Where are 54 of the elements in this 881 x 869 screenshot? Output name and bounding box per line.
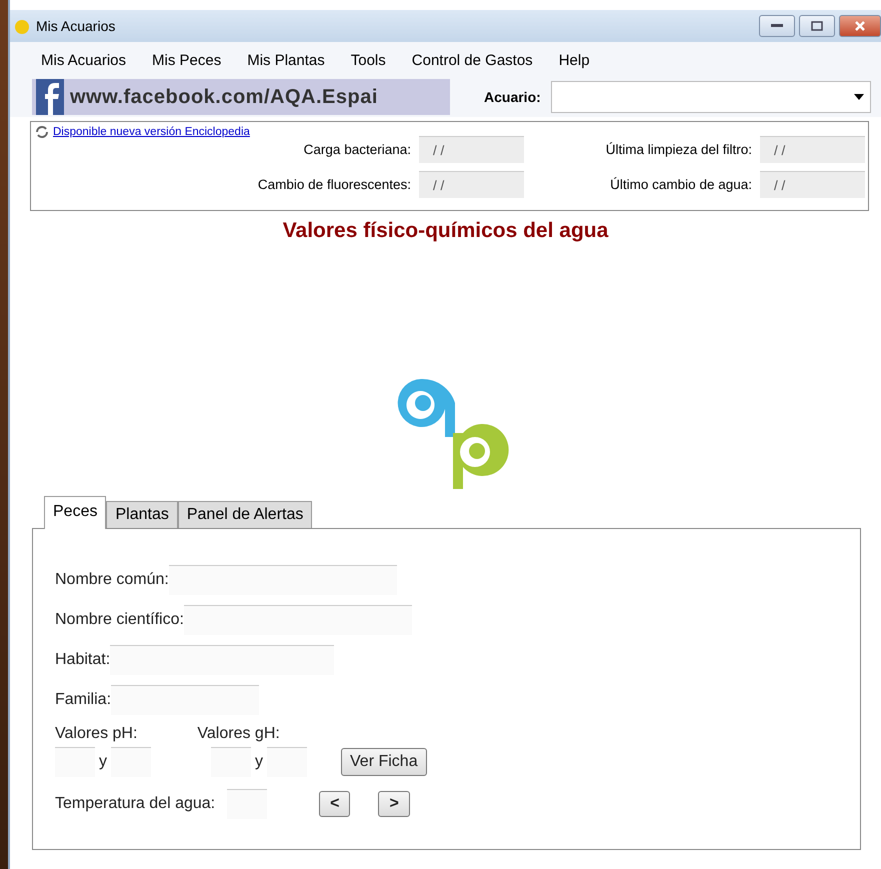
update-link[interactable]: Disponible nueva versión Enciclopedia <box>53 126 250 138</box>
menu-item[interactable]: Mis Acuarios <box>28 48 140 73</box>
input-field[interactable] <box>211 747 251 777</box>
date-field[interactable]: / / <box>760 136 865 163</box>
field-label: Familia: <box>55 691 112 709</box>
menu-item[interactable]: Tools <box>338 48 399 73</box>
banner-text: www.facebook.com/AQA.Espai <box>70 86 378 108</box>
date-label: Cambio de fluorescentes: <box>256 177 411 192</box>
facebook-banner[interactable]: www.facebook.com/AQA.Espai <box>32 79 450 115</box>
field-label: Nombre científico: <box>55 611 184 629</box>
refresh-icon <box>35 126 49 138</box>
tab[interactable]: Peces <box>44 496 106 529</box>
input-field[interactable] <box>110 645 334 675</box>
date-label: Último cambio de agua: <box>609 177 752 192</box>
field-label: Valores gH: <box>197 725 280 743</box>
next-button[interactable]: > <box>378 791 410 817</box>
maximize-button[interactable] <box>799 15 835 37</box>
aquarium-dropdown[interactable] <box>550 81 871 113</box>
aquarium-label: Acuario: <box>484 89 541 105</box>
input-field[interactable] <box>111 685 260 715</box>
menu-item[interactable]: Mis Peces <box>139 48 234 73</box>
range-separator: y <box>99 753 107 771</box>
menu-item[interactable]: Help <box>546 48 603 73</box>
input-field[interactable] <box>168 565 397 595</box>
dropdown-arrow-icon <box>854 94 864 100</box>
tab[interactable]: Panel de Alertas <box>178 501 312 528</box>
minimize-button[interactable] <box>759 15 795 37</box>
tab[interactable]: Plantas <box>106 501 178 528</box>
minimize-icon <box>771 24 783 28</box>
details-button[interactable]: Ver Ficha <box>341 748 427 776</box>
input-field[interactable] <box>55 747 95 777</box>
input-field[interactable] <box>227 789 268 819</box>
field-label: Temperatura del agua: <box>55 795 216 813</box>
section-heading: Valores físico-químicos del agua <box>282 219 610 243</box>
close-icon <box>854 20 866 32</box>
window-title: Mis Acuarios <box>36 18 116 34</box>
input-field[interactable] <box>184 605 412 635</box>
range-separator: y <box>255 753 263 771</box>
field-label: Valores pH: <box>55 725 138 743</box>
field-label: Nombre común: <box>55 571 169 589</box>
date-field[interactable]: / / <box>419 171 524 198</box>
previous-button[interactable]: < <box>319 791 350 817</box>
date-label: Última limpieza del filtro: <box>604 142 752 157</box>
input-field[interactable] <box>267 747 307 777</box>
maximize-icon <box>811 21 823 31</box>
menu-item[interactable]: Control de Gastos <box>398 48 546 73</box>
app-icon <box>14 18 30 34</box>
date-field[interactable]: / / <box>760 171 865 198</box>
menu-item[interactable]: Mis Plantas <box>234 48 338 73</box>
date-label: Carga bacteriana: <box>302 142 411 157</box>
date-field[interactable]: / / <box>419 136 524 163</box>
input-field[interactable] <box>111 747 151 777</box>
field-label: Habitat: <box>55 651 110 669</box>
close-button[interactable] <box>839 15 881 37</box>
